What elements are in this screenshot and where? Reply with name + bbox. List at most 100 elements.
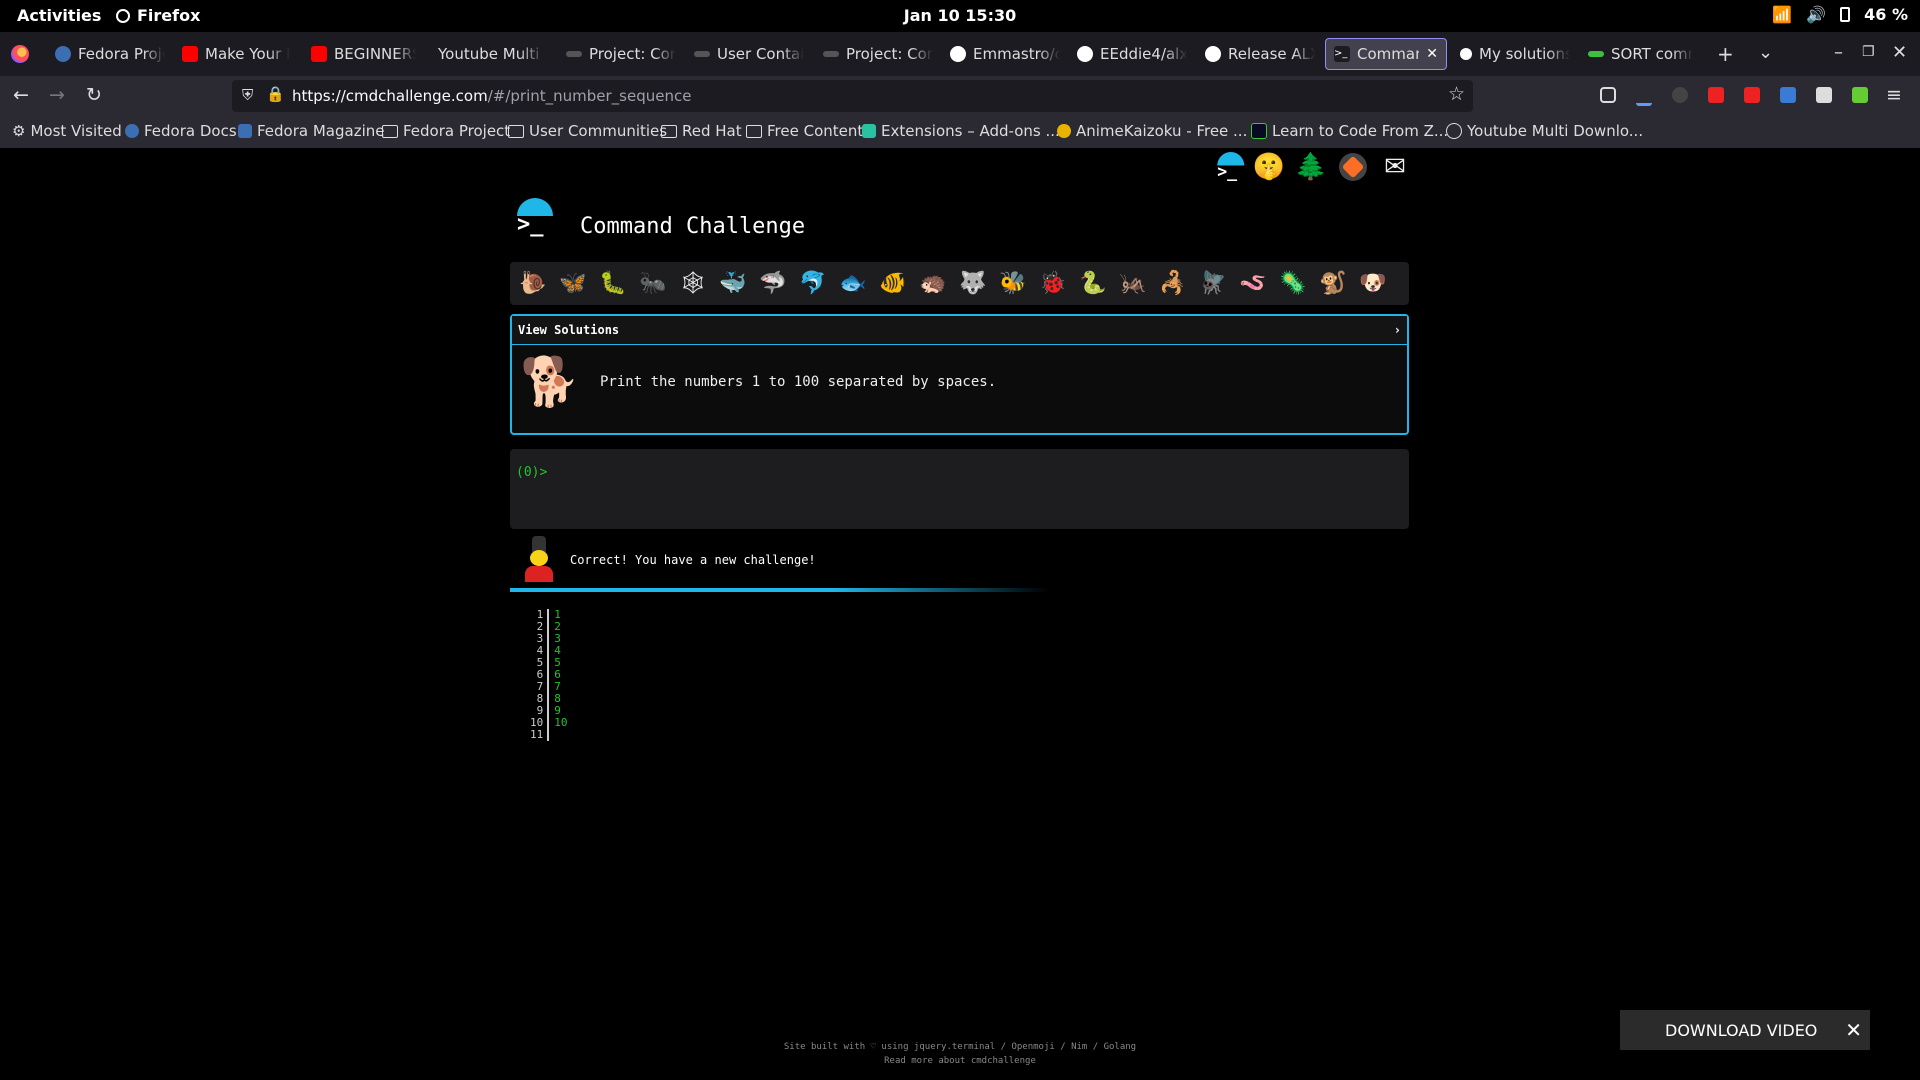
youtube-icon xyxy=(182,46,198,62)
bookmark-fedora-magazine[interactable]: Fedora Magazine xyxy=(238,122,385,140)
tab-github-release[interactable]: Release ALX xyxy=(1205,38,1315,70)
tab-user-contain[interactable]: User Contain xyxy=(694,38,804,70)
close-icon[interactable]: ✕ xyxy=(1845,1018,1862,1042)
challenge-animal-icon[interactable]: 🦂 xyxy=(1159,270,1187,298)
tab-youtube-2[interactable]: BEGINNERS xyxy=(311,38,416,70)
tab-close-icon[interactable]: ✕ xyxy=(1426,46,1438,62)
email-link[interactable]: ✉ xyxy=(1380,152,1410,182)
challenge-animal-icon[interactable]: 🐌 xyxy=(519,270,547,298)
downloads-icon[interactable] xyxy=(1636,87,1652,106)
challenge-animal-icon[interactable]: 🦗 xyxy=(1119,270,1147,298)
bookmark-user-communities[interactable]: User Communities xyxy=(508,122,667,140)
extension-4-icon[interactable] xyxy=(1780,87,1796,103)
alx-icon xyxy=(566,51,582,57)
gear-icon: ⚙ xyxy=(12,122,26,140)
lock-icon[interactable]: 🔒 xyxy=(266,85,285,103)
tab-github-eeddie[interactable]: EEddie4/alx- xyxy=(1077,38,1187,70)
tab-sort-command[interactable]: SORT comm xyxy=(1588,38,1693,70)
challenge-animal-icon[interactable]: 🐜 xyxy=(639,270,667,298)
challenge-animal-icon[interactable]: 🐳 xyxy=(719,270,747,298)
tab-project-2[interactable]: Project: Com xyxy=(823,38,933,70)
tab-youtube-multi[interactable]: Youtube Multi D xyxy=(438,38,546,70)
tracking-protection-icon[interactable]: ⛨ xyxy=(242,86,253,104)
challenge-animal-icon[interactable]: 🐛 xyxy=(599,270,627,298)
address-bar[interactable]: ⛨ 🔒 https://cmdchallenge.com/#/print_num… xyxy=(232,80,1473,112)
view-solutions-header[interactable]: View Solutions › xyxy=(512,316,1407,345)
terminal-logo-link[interactable]: >_ xyxy=(1212,152,1245,182)
footer-about-link[interactable]: Read more about cmdchallenge xyxy=(0,1054,1920,1068)
list-tabs-icon[interactable]: ⌄ xyxy=(1758,42,1773,63)
challenge-animal-icon[interactable]: 🪰 xyxy=(1199,270,1227,298)
extension-1-icon[interactable] xyxy=(1672,87,1688,103)
gitlab-link[interactable] xyxy=(1338,152,1368,182)
system-tray[interactable]: 📶 🔊 46 % xyxy=(1772,5,1908,24)
challenge-animal-icon[interactable]: 🐒 xyxy=(1319,270,1347,298)
tree-link[interactable]: 🌲 xyxy=(1295,152,1327,182)
bookmark-star-icon[interactable]: ☆ xyxy=(1448,83,1465,105)
tab-youtube-1[interactable]: Make Your Fi xyxy=(182,38,290,70)
tab-my-solutions[interactable]: My solutions xyxy=(1460,38,1570,70)
back-icon[interactable]: ← xyxy=(13,84,29,106)
bookmark-extensions[interactable]: Extensions – Add-ons ... xyxy=(862,122,1060,140)
battery-icon xyxy=(1840,7,1851,22)
minimize-icon[interactable]: – xyxy=(1834,42,1843,63)
battery-percent: 46 % xyxy=(1864,5,1908,24)
challenge-animal-icon[interactable]: 🦠 xyxy=(1279,270,1307,298)
fedora-magazine-icon xyxy=(238,124,252,138)
challenge-animal-icon[interactable]: 🐝 xyxy=(999,270,1027,298)
site-header: >_ Command Challenge xyxy=(515,196,805,239)
result-message-row: Correct! You have a new challenge! xyxy=(520,536,816,584)
alx-icon xyxy=(823,51,839,57)
challenge-animal-icon[interactable]: 🦔 xyxy=(919,270,947,298)
challenge-animal-icon[interactable]: 🦈 xyxy=(759,270,787,298)
extension-5-icon[interactable] xyxy=(1816,87,1832,103)
challenge-animal-icon[interactable]: 🐍 xyxy=(1079,270,1107,298)
puzzle-icon xyxy=(862,124,876,138)
shushing-face-link[interactable]: 🤫 xyxy=(1253,152,1285,182)
reload-icon[interactable]: ↻ xyxy=(86,84,102,106)
extension-2-icon[interactable] xyxy=(1708,87,1724,103)
folder-icon xyxy=(508,124,524,138)
challenge-animal-icon[interactable]: 🐺 xyxy=(959,270,987,298)
bookmark-fedora-project[interactable]: Fedora Project xyxy=(382,122,510,140)
bookmark-animekaizoku[interactable]: AnimeKaizoku - Free ... xyxy=(1057,122,1247,140)
chevron-right-icon: › xyxy=(1393,323,1401,337)
challenge-animal-icon[interactable]: 🐞 xyxy=(1039,270,1067,298)
challenge-animal-icon[interactable]: 🐠 xyxy=(879,270,907,298)
hamburger-menu-icon[interactable]: ≡ xyxy=(1886,84,1902,106)
bookmark-free-content[interactable]: Free Content xyxy=(746,122,863,140)
download-video-popup[interactable]: DOWNLOAD VIDEO ✕ xyxy=(1620,1010,1870,1050)
terminal-input[interactable]: (0)> xyxy=(510,449,1409,529)
tab-command-challenge[interactable]: >_ Command ✕ xyxy=(1325,38,1447,70)
forward-icon[interactable]: → xyxy=(49,84,65,106)
tab-github-emmastro[interactable]: Emmastro/c xyxy=(950,38,1060,70)
new-tab-icon[interactable]: + xyxy=(1717,42,1734,66)
bookmark-fedora-docs[interactable]: Fedora Docs xyxy=(125,122,237,140)
extension-3-icon[interactable] xyxy=(1744,87,1760,103)
close-window-icon[interactable]: ✕ xyxy=(1892,42,1907,63)
folder-icon xyxy=(746,124,762,138)
bookmark-learn-to-code[interactable]: Learn to Code From Z... xyxy=(1251,122,1448,140)
medium-icon xyxy=(1460,48,1472,60)
challenge-animal-icon[interactable]: 🦋 xyxy=(559,270,587,298)
challenge-animal-icon[interactable]: 🕸 xyxy=(679,270,707,298)
bookmark-red-hat[interactable]: Red Hat xyxy=(661,122,742,140)
terminal-logo-icon: >_ xyxy=(1216,152,1245,182)
challenge-animal-icon[interactable]: 🐶 xyxy=(1359,270,1387,298)
command-output: 1 2 3 4 5 6 7 8 9 10 11 1 2 3 4 5 6 7 8 9 10 xyxy=(530,609,568,741)
restore-icon[interactable]: ❐ xyxy=(1862,44,1875,60)
bookmark-most-visited[interactable]: ⚙ Most Visited xyxy=(12,122,122,140)
challenge-animal-icon[interactable]: 🐟 xyxy=(839,270,867,298)
bookmark-youtube-multi[interactable]: Youtube Multi Downlo... xyxy=(1446,122,1643,140)
gitlab-icon xyxy=(1339,153,1367,181)
clock[interactable]: Jan 10 15:30 xyxy=(0,6,1920,25)
firefox-view-icon[interactable] xyxy=(11,45,29,63)
challenge-animal-icon[interactable]: 🪱 xyxy=(1239,270,1267,298)
tab-project-1[interactable]: Project: Com xyxy=(566,38,676,70)
extension-6-icon[interactable] xyxy=(1852,87,1868,103)
pocket-icon[interactable] xyxy=(1600,87,1616,103)
challenge-animal-icon[interactable]: 🐬 xyxy=(799,270,827,298)
tab-fedora-project[interactable]: Fedora Proje xyxy=(55,38,165,70)
download-video-label[interactable]: DOWNLOAD VIDEO xyxy=(1665,1021,1817,1040)
url-text[interactable]: https://cmdchallenge.com/#/print_number_… xyxy=(292,87,691,105)
